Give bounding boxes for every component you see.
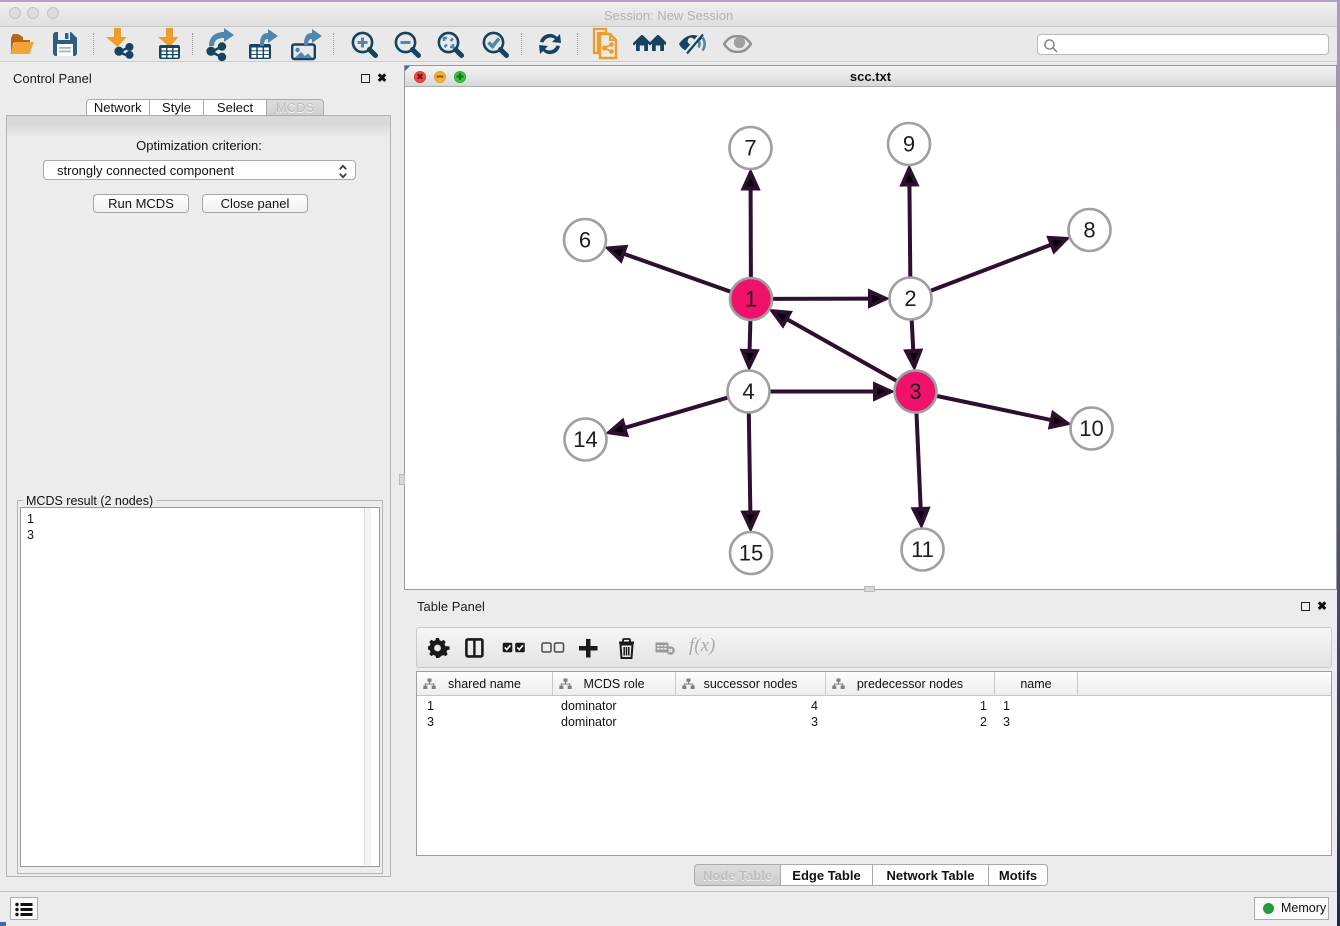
svg-text:11: 11 (911, 537, 934, 562)
svg-text:8: 8 (1083, 218, 1095, 243)
svg-text:10: 10 (1079, 416, 1103, 441)
svg-text:1: 1 (745, 287, 757, 312)
svg-text:3: 3 (909, 379, 921, 404)
svg-text:4: 4 (742, 379, 754, 404)
svg-text:14: 14 (573, 427, 597, 452)
svg-text:2: 2 (904, 286, 916, 311)
svg-text:6: 6 (579, 228, 591, 253)
svg-text:7: 7 (744, 136, 756, 161)
svg-text:15: 15 (739, 541, 763, 566)
svg-text:9: 9 (903, 132, 915, 157)
